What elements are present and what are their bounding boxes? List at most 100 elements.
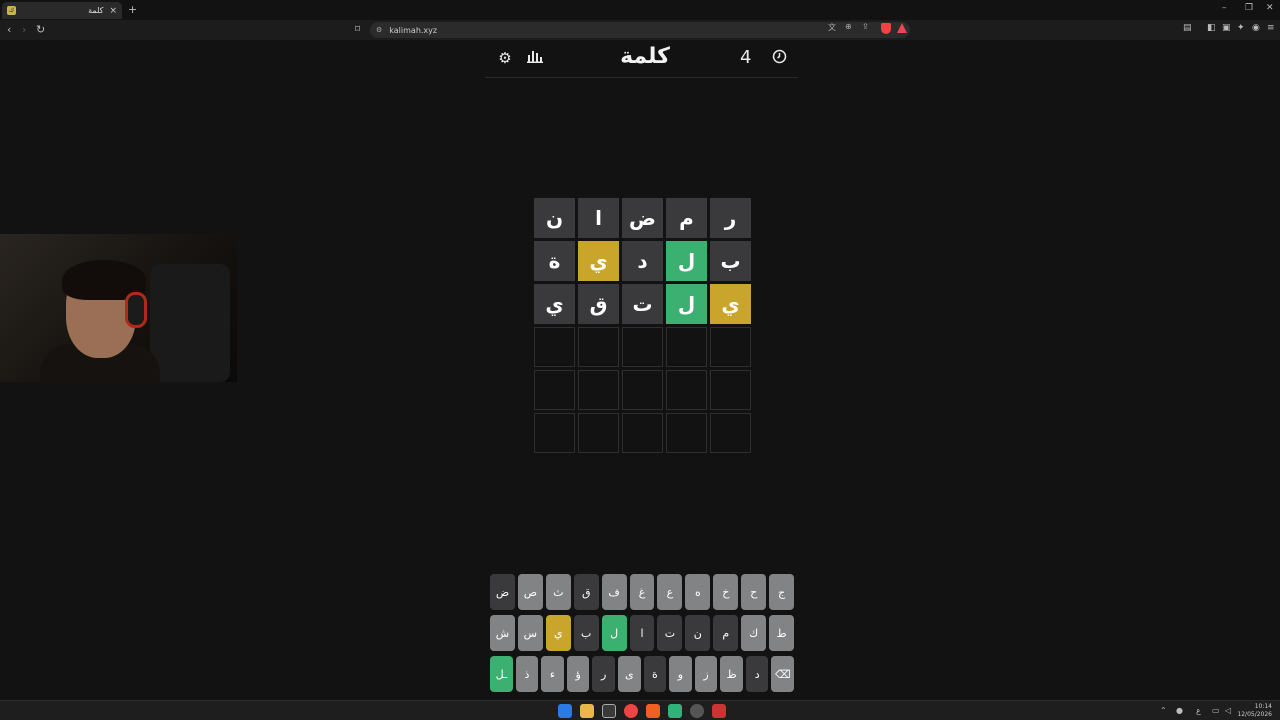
key[interactable]: ه <box>685 574 711 610</box>
browser-toolbar: ‹ › ↻ ⌑ ⚙ kalimah.xyz 文 ⊕ ⇪ ▤ ◧ ▣ ✦ ◉ ≡ <box>0 20 1280 40</box>
store-icon[interactable] <box>602 704 616 718</box>
key[interactable]: و <box>669 656 692 692</box>
key[interactable]: م <box>713 615 739 651</box>
board-tile <box>578 327 619 367</box>
browser-tab-bar: ك كلمة × + – ❐ ✕ <box>0 0 1280 20</box>
chrome-icon[interactable] <box>624 704 638 718</box>
wallet-icon[interactable]: ▣ <box>1222 23 1231 33</box>
game-title: كلمة <box>620 44 670 69</box>
board-tile: ق <box>578 284 619 324</box>
brave-icon[interactable] <box>646 704 660 718</box>
minimize-button[interactable]: – <box>1222 3 1227 13</box>
board-tile: ة <box>534 241 575 281</box>
key[interactable]: ع <box>657 574 683 610</box>
key[interactable]: ذ <box>515 656 539 692</box>
board-tile: ي <box>534 284 575 324</box>
keyboard-row: جحخهعغفقثصض <box>490 574 794 610</box>
key[interactable]: ب <box>573 615 599 651</box>
board-tile <box>666 327 707 367</box>
board-tile <box>622 413 663 453</box>
board-row <box>533 327 751 367</box>
tab-close-icon[interactable]: × <box>109 6 117 16</box>
share-icon[interactable]: ⇪ <box>862 22 869 31</box>
key[interactable]: ؤ <box>566 656 590 692</box>
timer-icon[interactable] <box>770 49 788 67</box>
app-icon-2[interactable] <box>712 704 726 718</box>
sidebar-icon[interactable]: ◧ <box>1207 23 1216 33</box>
key[interactable]: ة <box>643 656 667 692</box>
brave-shield-icon[interactable] <box>881 23 891 34</box>
game-header: ⚙ كلمة 4 <box>485 40 798 78</box>
brave-rewards-icon[interactable] <box>897 23 907 33</box>
file-explorer-icon[interactable] <box>580 704 594 718</box>
key[interactable]: ظ <box>720 656 743 692</box>
key[interactable]: ش <box>490 615 515 651</box>
key[interactable]: ج <box>769 574 794 610</box>
key[interactable]: ف <box>601 574 627 610</box>
key[interactable]: د <box>745 656 769 692</box>
board-tile: ت <box>622 284 663 324</box>
key[interactable]: ك <box>741 615 767 651</box>
extensions-icon[interactable]: ✦ <box>1237 23 1245 33</box>
close-window-button[interactable]: ✕ <box>1266 3 1274 13</box>
restore-button[interactable]: ❐ <box>1245 3 1253 13</box>
key[interactable]: ى <box>617 656 641 692</box>
board-tile <box>622 370 663 410</box>
start-icon[interactable] <box>558 704 572 718</box>
zoom-icon[interactable]: ⊕ <box>845 22 852 31</box>
menu-icon[interactable]: ≡ <box>1267 23 1275 33</box>
key[interactable]: ز <box>694 656 718 692</box>
obs-icon[interactable] <box>690 704 704 718</box>
app-icon[interactable] <box>668 704 682 718</box>
board-tile: ا <box>578 198 619 238</box>
board-tile <box>710 413 751 453</box>
board-tile <box>710 327 751 367</box>
key[interactable]: ا <box>629 615 655 651</box>
network-icon[interactable]: ▭ <box>1212 706 1220 715</box>
key[interactable]: غ <box>629 574 655 610</box>
board-row: رمضان <box>533 198 751 238</box>
key[interactable]: ء <box>541 656 564 692</box>
reader-icon[interactable]: ▤ <box>1183 23 1192 33</box>
key[interactable]: ق <box>573 574 599 610</box>
key[interactable]: ت <box>657 615 683 651</box>
key[interactable]: ر <box>592 656 615 692</box>
windows-taskbar: ⌃ ● ع ▭ ◁ 10:14 12/05/2026 <box>0 700 1280 720</box>
stats-icon[interactable] <box>526 49 544 67</box>
board-tile <box>578 370 619 410</box>
board-tile <box>534 370 575 410</box>
key[interactable]: ح <box>741 574 767 610</box>
key[interactable]: ل <box>601 615 627 651</box>
key[interactable]: ن <box>685 615 711 651</box>
board-tile: ب <box>710 241 751 281</box>
backspace-key[interactable]: ⌫ <box>771 656 794 692</box>
language-indicator[interactable]: ع <box>1196 706 1201 715</box>
key[interactable]: ص <box>517 574 543 610</box>
key[interactable]: ي <box>545 615 571 651</box>
tray-chevron-icon[interactable]: ⌃ <box>1160 706 1167 715</box>
clock[interactable]: 10:14 12/05/2026 <box>1237 703 1272 719</box>
key[interactable]: خ <box>713 574 739 610</box>
enter-key[interactable]: ـل <box>490 656 513 692</box>
back-icon[interactable]: ‹ <box>7 23 11 36</box>
key[interactable]: ث <box>545 574 571 610</box>
board-tile: ض <box>622 198 663 238</box>
bookmark-icon[interactable]: ⌑ <box>355 24 360 35</box>
keyboard-row: ⌫ د ظ ز و ة ى ر ؤ ء ذ ـل <box>490 656 794 692</box>
translate-icon[interactable]: 文 <box>828 22 836 33</box>
site-info-icon[interactable]: ⚙ <box>376 26 382 34</box>
board-tile: ي <box>578 241 619 281</box>
volume-icon[interactable]: ◁ <box>1225 706 1231 715</box>
key[interactable]: ط <box>769 615 794 651</box>
key[interactable]: ض <box>490 574 515 610</box>
key[interactable]: س <box>517 615 543 651</box>
mic-icon[interactable]: ● <box>1176 706 1183 715</box>
board-tile <box>710 370 751 410</box>
reload-icon[interactable]: ↻ <box>36 23 45 36</box>
vpn-icon[interactable]: ◉ <box>1252 23 1260 33</box>
gear-icon[interactable]: ⚙ <box>496 49 514 67</box>
board-row: بلدية <box>533 241 751 281</box>
new-tab-button[interactable]: + <box>128 3 137 16</box>
forward-icon[interactable]: › <box>22 23 26 36</box>
browser-tab[interactable]: ك كلمة × <box>2 2 122 19</box>
